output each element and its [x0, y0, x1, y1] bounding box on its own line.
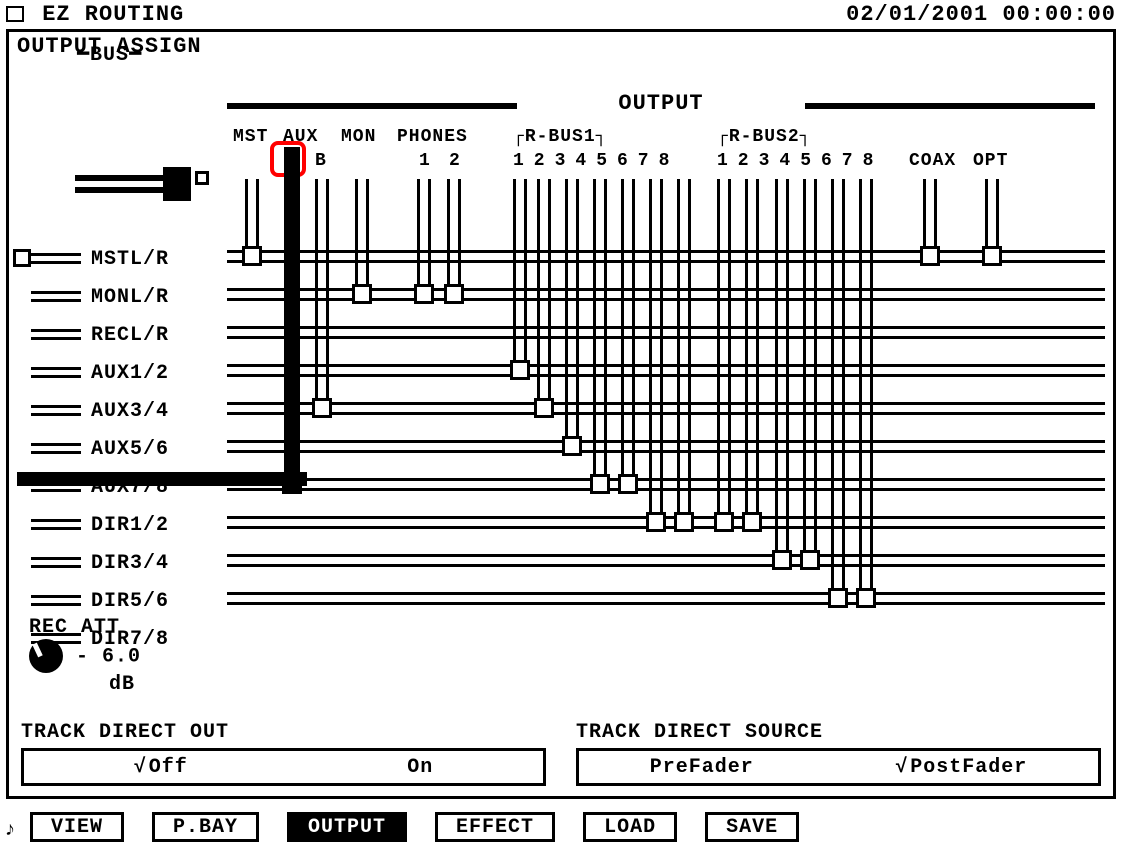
bus-labels: MSTL/R MONL/R RECL/R AUX1/2 AUX3/4 AUX5/… [17, 241, 217, 659]
patch-node[interactable] [742, 512, 762, 532]
track-direct-out-box[interactable]: Off On [21, 748, 546, 786]
footer-tabs: VIEW P.BAY OUTPUT EFFECT LOAD SAVE [30, 812, 1112, 842]
rec-att-control[interactable]: REC ATT - 6.0 dB [29, 616, 141, 696]
patch-node[interactable] [920, 246, 940, 266]
knob-icon[interactable] [29, 639, 63, 673]
patch-node[interactable] [562, 436, 582, 456]
main-frame: OUTPUT ASSIGN OUTPUT MST AUX A B MON PHO… [6, 29, 1116, 799]
patch-node[interactable] [312, 398, 332, 418]
track-direct-out: TRACK DIRECT OUT Off On [21, 721, 546, 786]
patch-node[interactable] [534, 398, 554, 418]
window-icon [6, 6, 24, 22]
patch-node[interactable] [800, 550, 820, 570]
section-title: OUTPUT ASSIGN [9, 32, 1113, 61]
patch-node[interactable] [714, 512, 734, 532]
patch-node[interactable] [590, 474, 610, 494]
routing-icon [75, 167, 195, 207]
patch-node[interactable] [646, 512, 666, 532]
tab-effect[interactable]: EFFECT [435, 812, 555, 842]
patch-node[interactable] [242, 246, 262, 266]
bus-header: ━BUS━ [77, 41, 142, 67]
bus-row: AUX5/6 [17, 431, 217, 469]
patch-node[interactable] [510, 360, 530, 380]
patch-node[interactable] [414, 284, 434, 304]
option-on[interactable]: On [407, 756, 433, 779]
routing-matrix[interactable]: OUTPUT MST AUX A B MON PHONES 1 2 ┌R-BUS… [17, 61, 1105, 621]
patch-node[interactable] [828, 588, 848, 608]
bus-row: MONL/R [17, 279, 217, 317]
bus-row: AUX3/4 [17, 393, 217, 431]
bus-row: AUX1/2 [17, 355, 217, 393]
option-prefader[interactable]: PreFader [650, 756, 754, 779]
patch-node[interactable] [856, 588, 876, 608]
bus-row: DIR1/2 [17, 507, 217, 545]
tab-view[interactable]: VIEW [30, 812, 124, 842]
patch-node[interactable] [352, 284, 372, 304]
tab-output[interactable]: OUTPUT [287, 812, 407, 842]
bus-row: MSTL/R [17, 241, 217, 279]
track-direct-source-box[interactable]: PreFader PostFader [576, 748, 1101, 786]
tab-pbay[interactable]: P.BAY [152, 812, 259, 842]
tab-save[interactable]: SAVE [705, 812, 799, 842]
track-direct-source: TRACK DIRECT SOURCE PreFader PostFader [576, 721, 1101, 786]
option-off[interactable]: Off [134, 756, 188, 779]
tab-load[interactable]: LOAD [583, 812, 677, 842]
note-icon: ♪ [4, 819, 17, 842]
patch-node[interactable] [982, 246, 1002, 266]
app-title: EZ ROUTING [42, 2, 184, 27]
patch-node[interactable] [674, 512, 694, 532]
bus-row: RECL/R [17, 317, 217, 355]
patch-node[interactable] [772, 550, 792, 570]
option-postfader[interactable]: PostFader [895, 756, 1027, 779]
patch-node[interactable] [444, 284, 464, 304]
timestamp: 02/01/2001 00:00:00 [846, 2, 1116, 27]
patch-node[interactable] [618, 474, 638, 494]
patch-node-selected[interactable] [282, 474, 302, 494]
bus-row: DIR3/4 [17, 545, 217, 583]
